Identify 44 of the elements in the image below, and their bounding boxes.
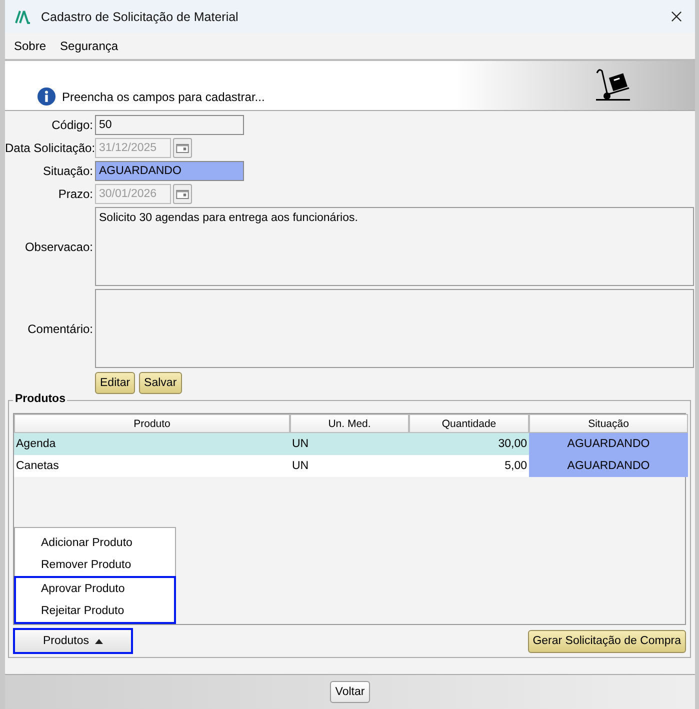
calendar-icon [176,144,189,152]
field-label: Observacao: [24,240,93,254]
window-title: Cadastro de Solicitação de Material [41,10,240,24]
field-label: Prazo: [57,187,93,201]
info-icon [37,87,56,106]
table-cell: 5,00 [409,455,529,477]
back-button[interactable]: Voltar [330,681,370,703]
group-title: Produtos [13,393,68,405]
table-cell: AGUARDANDO [529,433,688,455]
status-field[interactable]: AGUARDANDO [95,161,244,181]
field-label: Comentário: [26,322,93,336]
form-button[interactable]: Salvar [139,372,182,394]
menu-item[interactable]: Segurança [60,39,118,53]
table-cell: UN [290,433,409,455]
menu-item[interactable]: Adicionar Produto [15,532,175,554]
table-cell: Canetas [14,455,290,477]
table-cell: AGUARDANDO [529,455,688,477]
close-icon[interactable] [671,11,682,22]
field-label: Data Solicitação: [5,141,93,155]
column-header[interactable]: Quantidade [409,414,529,433]
products-menu-button[interactable]: Produtos [13,628,133,654]
text-area[interactable]: Solicito 30 agendas para entrega aos funcionários. [95,207,694,286]
table-cell: Agenda [14,433,290,455]
info-message: Preencha os campos para cadastrar... [62,90,265,106]
table-cell: 30,00 [409,433,529,455]
field-label: Código: [50,118,93,132]
form-button[interactable]: Editar [95,372,136,394]
calendar-icon [176,190,189,198]
table-cell: UN [290,455,409,477]
column-header[interactable]: Un. Med. [290,414,409,433]
menu-item[interactable]: Aprovar Produto [16,578,174,600]
text-area-value: Solicito 30 agendas para entrega aos funcionários. [99,212,358,224]
caret-icon [95,638,104,644]
menu-item[interactable]: Rejeitar Produto [16,600,174,622]
app-logo-icon [15,10,31,24]
code-field[interactable]: 50 [95,115,244,135]
column-header[interactable]: Situação [529,414,688,433]
menu-item[interactable]: Remover Produto [15,554,175,576]
field-label: Situação: [42,164,93,178]
menu-item[interactable]: Sobre [14,39,46,53]
text-area[interactable] [95,289,694,368]
column-header[interactable]: Produto [14,414,290,433]
purchase-request-button[interactable]: Gerar Solicitação de Compra [528,630,686,652]
hand-truck-icon [595,67,631,103]
